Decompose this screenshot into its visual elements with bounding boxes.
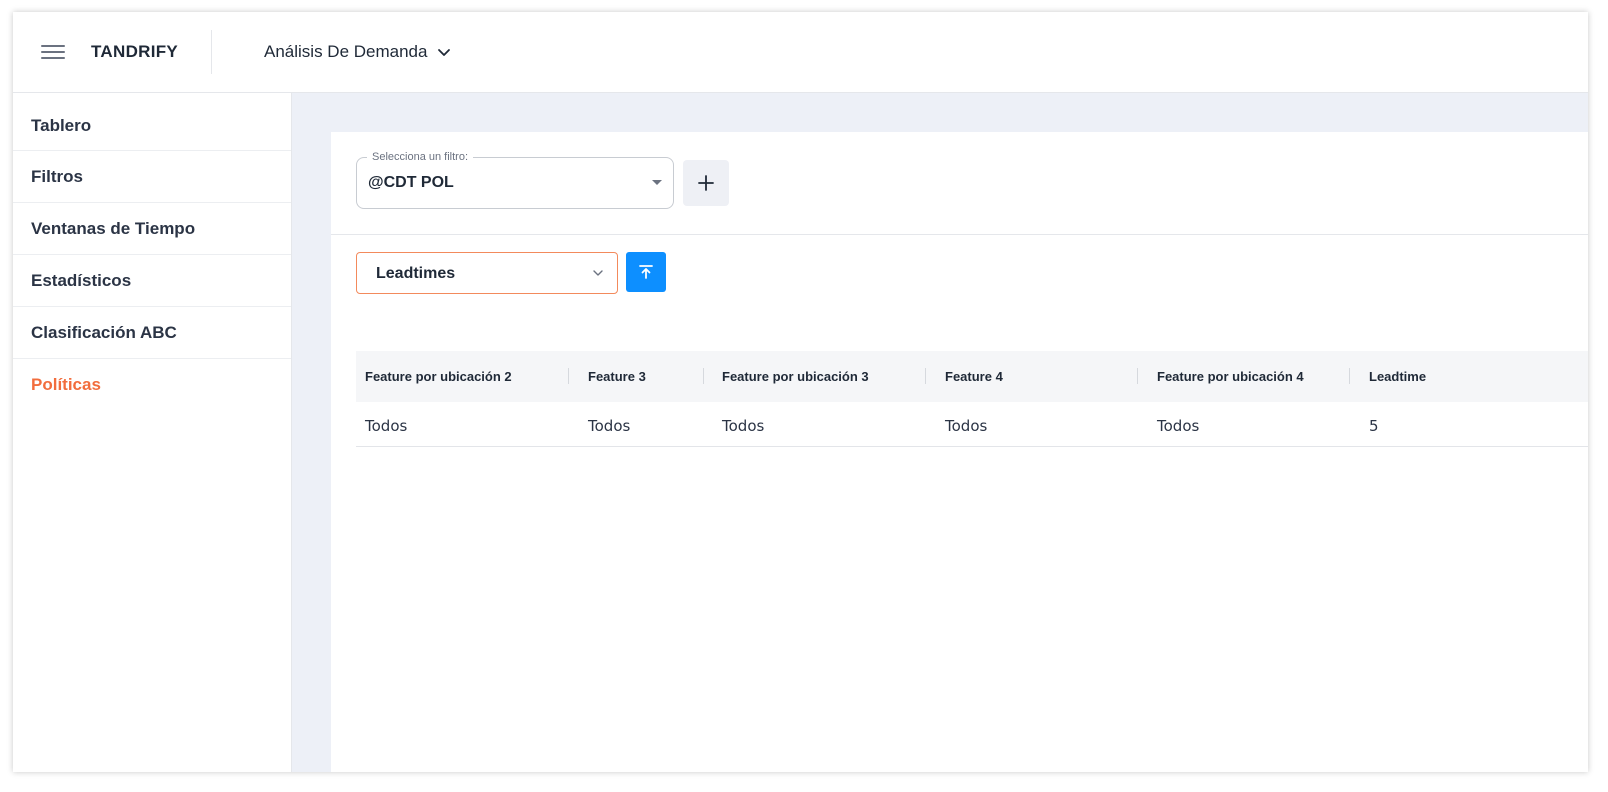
table-cell: Todos xyxy=(365,417,408,435)
chevron-down-icon xyxy=(438,49,451,56)
content-card: Selecciona un filtro: @CDT POL Leadtimes xyxy=(331,132,1588,772)
column-header[interactable]: Feature 4 xyxy=(945,369,1003,384)
sidebar-item-ventanas-de-tiempo[interactable]: Ventanas de Tiempo xyxy=(13,203,291,255)
column-separator xyxy=(568,368,569,384)
table-cell: Todos xyxy=(945,417,988,435)
sidebar-item-label: Filtros xyxy=(31,166,83,186)
column-separator xyxy=(925,368,926,384)
module-dropdown[interactable]: Análisis De Demanda xyxy=(264,42,451,62)
column-separator xyxy=(1349,368,1350,384)
column-header[interactable]: Leadtime xyxy=(1369,369,1426,384)
sidebar-item-tablero[interactable]: Tablero xyxy=(13,93,291,151)
top-bar: TANDRIFY Análisis De Demanda xyxy=(13,12,1588,93)
column-separator xyxy=(1137,368,1138,384)
plus-icon xyxy=(698,175,714,191)
filter-label: Selecciona un filtro: xyxy=(367,151,473,163)
table-header: Feature por ubicación 2 Feature 3 Featur… xyxy=(356,351,1588,402)
sidebar-item-label: Estadísticos xyxy=(31,270,132,290)
divider xyxy=(331,234,1588,235)
sidebar-item-label: Ventanas de Tiempo xyxy=(31,218,196,238)
filter-select[interactable]: Selecciona un filtro: @CDT POL xyxy=(356,151,674,209)
table-cell: Todos xyxy=(588,417,631,435)
brand-logo: TANDRIFY xyxy=(91,42,179,61)
caret-down-icon xyxy=(652,180,662,185)
filter-value: @CDT POL xyxy=(368,174,454,191)
sidebar-item-clasificacion-abc[interactable]: Clasificación ABC xyxy=(13,307,291,359)
chevron-down-icon xyxy=(593,270,603,276)
upload-icon xyxy=(639,265,653,279)
sidebar-item-estadisticos[interactable]: Estadísticos xyxy=(13,255,291,307)
report-select[interactable]: Leadtimes xyxy=(356,252,618,294)
app-window: TANDRIFY Análisis De Demanda Tablero Fil… xyxy=(13,12,1588,772)
sidebar-item-label: Tablero xyxy=(31,115,92,135)
table-row[interactable]: Todos Todos Todos Todos Todos 5 xyxy=(356,402,1588,447)
sidebar-item-label: Políticas xyxy=(31,375,101,394)
hamburger-icon[interactable] xyxy=(41,42,66,62)
add-filter-button[interactable] xyxy=(683,160,729,206)
sidebar-item-politicas[interactable]: Políticas xyxy=(13,359,291,411)
report-value: Leadtimes xyxy=(376,265,456,282)
main-content: Selecciona un filtro: @CDT POL Leadtimes xyxy=(292,93,1588,772)
sidebar-item-filtros[interactable]: Filtros xyxy=(13,151,291,203)
column-header[interactable]: Feature 3 xyxy=(588,369,646,384)
table-cell: 5 xyxy=(1369,417,1379,435)
column-header[interactable]: Feature por ubicación 2 xyxy=(365,369,512,384)
table-cell: Todos xyxy=(1157,417,1200,435)
data-table: Feature por ubicación 2 Feature 3 Featur… xyxy=(356,351,1588,447)
upload-button[interactable] xyxy=(626,252,666,292)
sidebar: Tablero Filtros Ventanas de Tiempo Estad… xyxy=(13,93,292,772)
column-header[interactable]: Feature por ubicación 4 xyxy=(1157,369,1304,384)
topbar-divider xyxy=(211,30,212,74)
module-label: Análisis De Demanda xyxy=(264,42,428,61)
sidebar-item-label: Clasificación ABC xyxy=(31,322,177,342)
table-cell: Todos xyxy=(722,417,765,435)
column-separator xyxy=(703,368,704,384)
column-header[interactable]: Feature por ubicación 3 xyxy=(722,369,869,384)
